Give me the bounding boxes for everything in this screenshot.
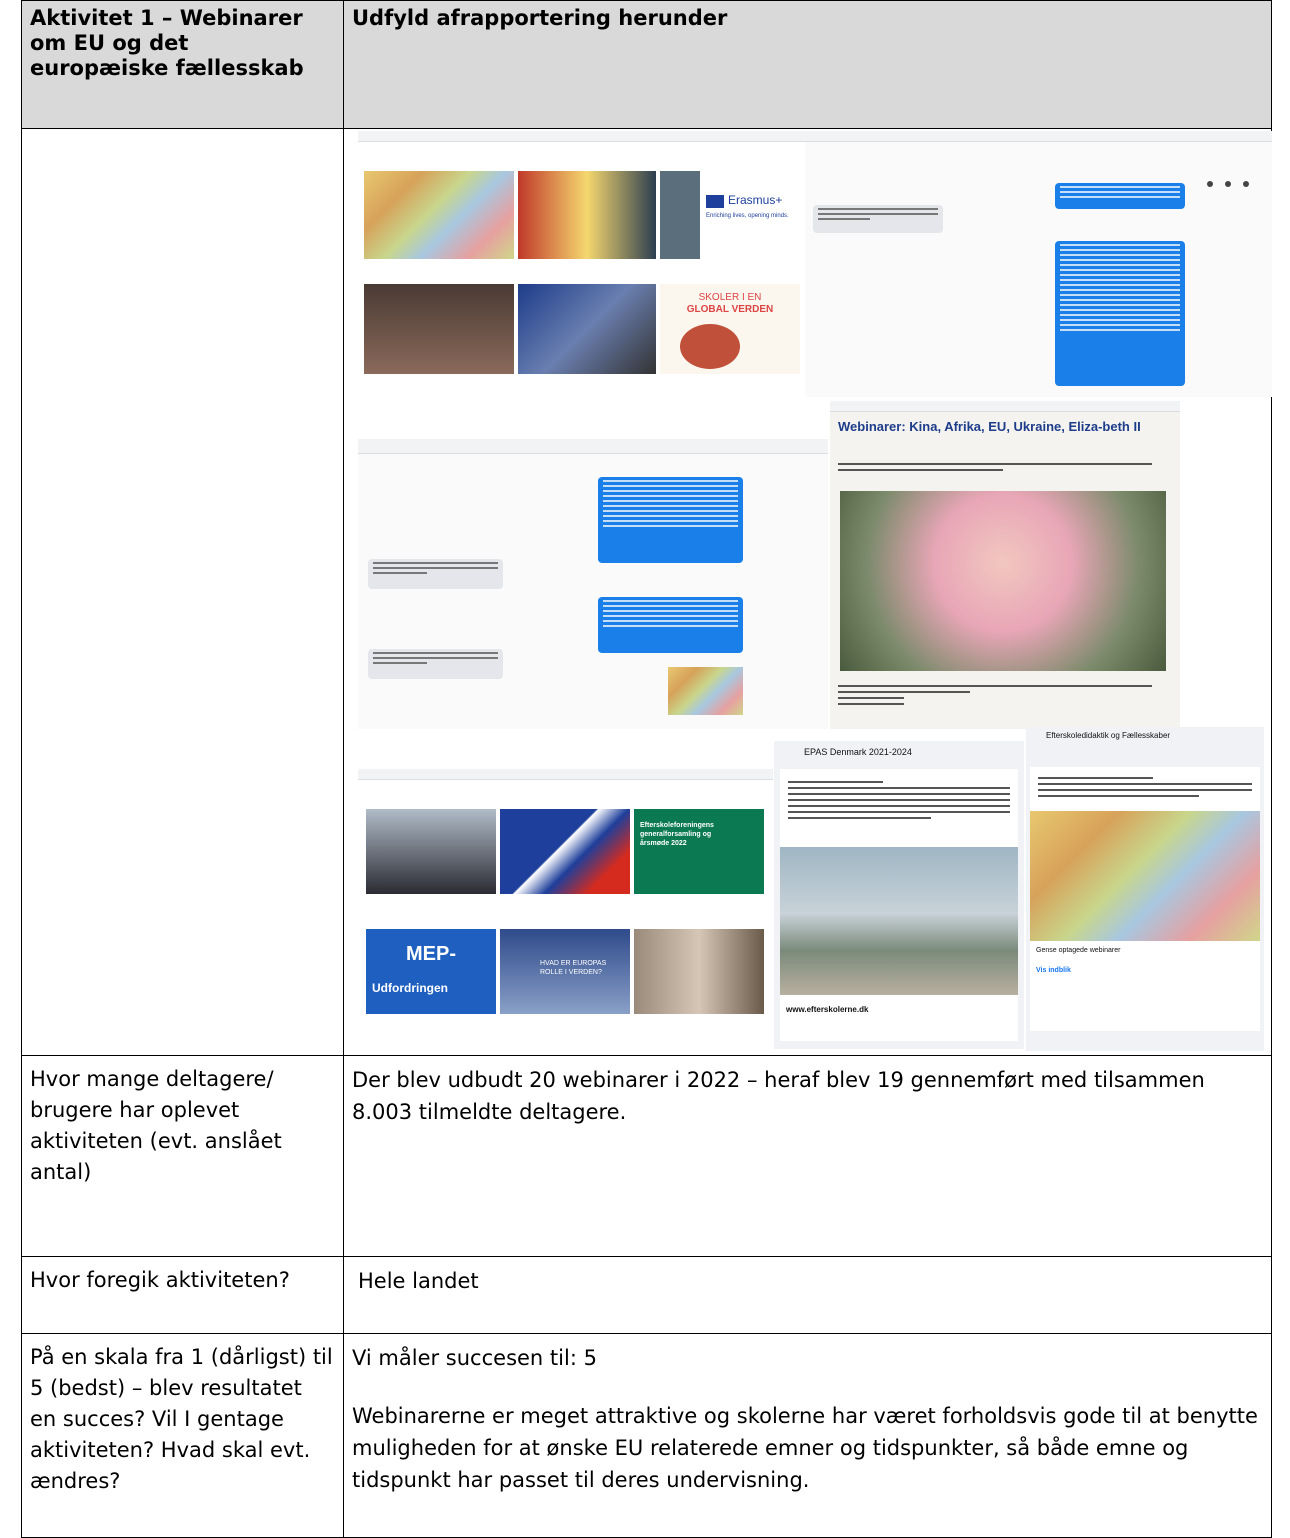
tile-portraits (634, 929, 764, 1014)
header-cell-right: Udfyld afrapportering herunder (343, 0, 1272, 129)
header-cell-left: Aktivitet 1 – Webinarer om EU og det eur… (21, 0, 344, 129)
location-answer: Hele landet (358, 1269, 479, 1293)
fb2-title: Gense optagede webinarer (1036, 947, 1121, 954)
europa-text: HVAD ER EUROPAS ROLLE I VERDEN? (540, 960, 607, 976)
location-answer-cell: Hele landet (343, 1256, 1272, 1334)
success-row: På en skala fra 1 (dårligst) til 5 (beds… (21, 1333, 1272, 1538)
skoler-line-2: GLOBAL VERDEN (686, 304, 774, 315)
chat-action-icon[interactable] (1243, 181, 1249, 187)
mep-line-1: MEP- (406, 943, 456, 965)
participants-answer-cell: Der blev udbudt 20 webinarer i 2022 – he… (343, 1055, 1272, 1257)
tile-flag-girls (518, 171, 656, 259)
article-title: Webinarer: Kina, Afrika, EU, Ukraine, El… (838, 419, 1141, 434)
tile-flags (500, 809, 630, 894)
erasmus-logo-text: Erasmus+ (728, 193, 783, 207)
browser-tab-bar (358, 439, 828, 454)
chat-message-received (368, 559, 503, 589)
browser-address-bar (358, 769, 773, 780)
tile-parliament (364, 284, 514, 374)
participants-question: Hvor mange deltagere/ brugere har opleve… (30, 1067, 282, 1184)
tile-map (364, 171, 514, 259)
header-row: Aktivitet 1 – Webinarer om EU og det eur… (21, 0, 1272, 129)
chat-message-received (813, 205, 943, 233)
fb-post-image (780, 847, 1018, 995)
success-question-cell: På en skala fra 1 (dårligst) til 5 (beds… (21, 1333, 344, 1538)
browser-address-bar (358, 131, 805, 142)
tile-collage (518, 284, 656, 374)
screenshot-collage: Erasmus+ Enriching lives, opening minds.… (344, 129, 1272, 1055)
browser-address-bar (830, 401, 1180, 412)
fb-site-link[interactable]: www.efterskolerne.dk (786, 1005, 868, 1014)
report-instruction: Udfyld afrapportering herunder (352, 6, 728, 30)
chat-map-image (668, 667, 743, 715)
tile-group-photo (366, 809, 496, 894)
fb2-header: Efterskoledidaktik og Fællesskaber (1046, 731, 1171, 740)
tile-europa: HVAD ER EUROPAS ROLLE I VERDEN? (500, 929, 630, 1014)
activity-title: Aktivitet 1 – Webinarer om EU og det eur… (30, 6, 304, 80)
tile-erasmus: Erasmus+ Enriching lives, opening minds. (660, 171, 800, 259)
screenshot-article-queen: Webinarer: Kina, Afrika, EU, Ukraine, El… (830, 401, 1180, 729)
screenshots-row: Erasmus+ Enriching lives, opening minds.… (21, 128, 1272, 1056)
screenshot-chat-1 (805, 131, 1272, 397)
report-table: Aktivitet 1 – Webinarer om EU og det eur… (21, 0, 1272, 1538)
fb2-insight-link[interactable]: Vis indblik (1036, 967, 1071, 974)
success-question: På en skala fra 1 (dårligst) til 5 (beds… (30, 1345, 333, 1493)
screenshots-left-cell (21, 128, 344, 1056)
erasmus-tagline: Enriching lives, opening minds. (706, 213, 789, 219)
screenshot-facebook-post-2: Efterskoledidaktik og Fællesskaber Gense… (1026, 727, 1264, 1051)
fb-group-header: EPAS Denmark 2021-2024 (804, 747, 912, 757)
chat-message-sent (1055, 183, 1185, 209)
success-answer-cell: Vi måler succesen til: 5 Webinarerne er … (343, 1333, 1272, 1538)
tile-efterskole: Efterskoleforeningens generalforsamling … (634, 809, 764, 894)
screenshot-chat-2 (358, 439, 828, 729)
mep-line-2: Udfordringen (372, 981, 448, 995)
chat-message-sent-long (1055, 241, 1185, 386)
screenshots-cell: Erasmus+ Enriching lives, opening minds.… (343, 128, 1272, 1056)
screenshot-article-grid-2: Efterskoleforeningens generalforsamling … (358, 769, 773, 1049)
location-row: Hvor foregik aktiviteten? Hele landet (21, 1256, 1272, 1334)
chat-message-sent (598, 477, 743, 563)
chat-message-sent-2 (598, 597, 743, 653)
tile-mep: MEP- Udfordringen (366, 929, 496, 1014)
skoler-line-1: SKOLER I EN (698, 292, 762, 303)
participants-question-cell: Hvor mange deltagere/ brugere har opleve… (21, 1055, 344, 1257)
efterskole-text: Efterskoleforeningens generalforsamling … (640, 822, 714, 847)
location-question: Hvor foregik aktiviteten? (30, 1268, 290, 1292)
chat-action-icon[interactable] (1225, 181, 1231, 187)
tile-skoler: SKOLER I EN GLOBAL VERDEN (660, 284, 800, 374)
chat-action-icon[interactable] (1207, 181, 1213, 187)
participants-answer: Der blev udbudt 20 webinarer i 2022 – he… (352, 1068, 1205, 1124)
screenshot-article-grid: Erasmus+ Enriching lives, opening minds.… (358, 131, 805, 397)
success-comment: Webinarerne er meget attraktive og skole… (352, 1404, 1258, 1492)
chat-message-received-2 (368, 649, 503, 679)
article-image (840, 491, 1166, 671)
success-score: Vi måler succesen til: 5 (352, 1346, 597, 1370)
fb2-map-image (1030, 811, 1260, 941)
location-question-cell: Hvor foregik aktiviteten? (21, 1256, 344, 1334)
browser-address-bar (805, 131, 1272, 142)
participants-row: Hvor mange deltagere/ brugere har opleve… (21, 1055, 1272, 1257)
screenshot-facebook-post: EPAS Denmark 2021-2024 www.efterskolerne… (774, 741, 1024, 1049)
